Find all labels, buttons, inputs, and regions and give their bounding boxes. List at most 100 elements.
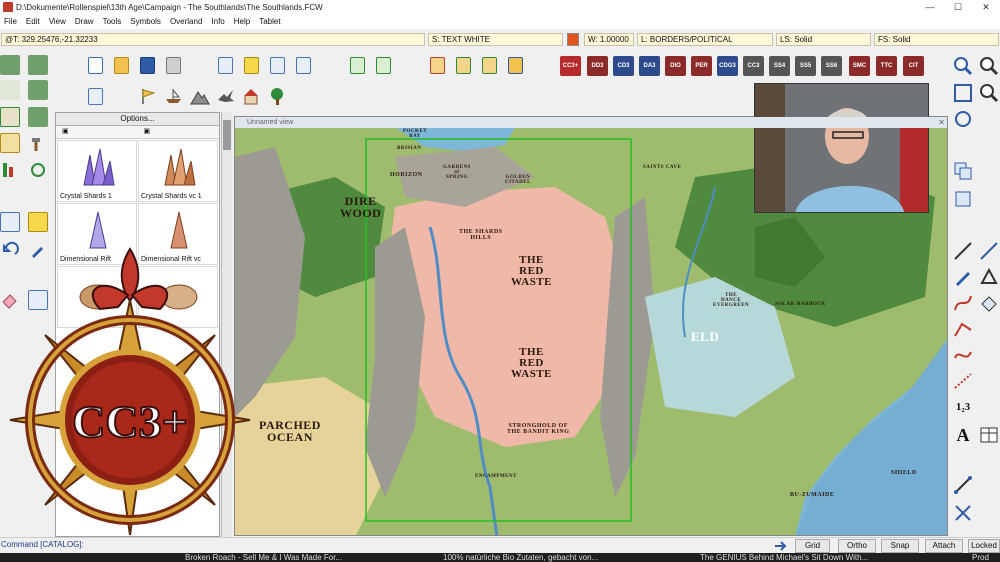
note-button[interactable] bbox=[241, 55, 262, 76]
menu-tools[interactable]: Tools bbox=[99, 17, 127, 26]
properties-button[interactable] bbox=[215, 55, 236, 76]
table-icon[interactable] bbox=[978, 424, 1000, 446]
menu-info[interactable]: Info bbox=[207, 17, 229, 26]
arrow-line-icon[interactable] bbox=[978, 240, 1000, 262]
polygon-icon[interactable] bbox=[978, 266, 1000, 288]
cc3-button[interactable]: CC3 bbox=[743, 56, 764, 76]
symbol-settings-button[interactable] bbox=[85, 86, 106, 107]
menu-draw[interactable]: Draw bbox=[71, 17, 99, 26]
maximize-button[interactable]: ☐ bbox=[944, 0, 972, 14]
zoom-window-tool[interactable] bbox=[0, 212, 20, 232]
cit-button[interactable]: CIT bbox=[903, 56, 924, 76]
zoom-extents-icon[interactable] bbox=[952, 82, 974, 104]
mountain-icon[interactable] bbox=[189, 86, 210, 107]
house-icon[interactable] bbox=[241, 86, 262, 107]
text-file-button[interactable] bbox=[267, 55, 288, 76]
save-button[interactable] bbox=[137, 55, 158, 76]
taskbar-item[interactable]: Broken Roach - Sell Me & I Was Made For.… bbox=[185, 553, 342, 562]
refresh-icon[interactable] bbox=[28, 160, 48, 180]
map-close-icon[interactable]: ✕ bbox=[938, 117, 945, 128]
catalog-next-button[interactable] bbox=[479, 55, 500, 76]
node-edit-icon[interactable] bbox=[952, 474, 974, 496]
catalog-book-button[interactable] bbox=[427, 55, 448, 76]
map-tool-4[interactable] bbox=[0, 107, 20, 127]
menu-edit[interactable]: Edit bbox=[22, 17, 45, 26]
cdg3-button[interactable]: CDG3 bbox=[717, 56, 738, 76]
ttc-button[interactable]: TTC bbox=[876, 56, 897, 76]
current-color-swatch[interactable] bbox=[567, 33, 579, 46]
trim-icon[interactable] bbox=[952, 502, 974, 524]
copy-icon[interactable] bbox=[952, 160, 974, 182]
layers-tool[interactable] bbox=[28, 212, 48, 232]
print-button[interactable] bbox=[163, 55, 184, 76]
curve-icon[interactable] bbox=[952, 292, 974, 314]
menu-help[interactable]: Help bbox=[230, 17, 255, 26]
group-icon[interactable] bbox=[952, 188, 974, 210]
grid-toggle[interactable]: Grid bbox=[795, 539, 830, 553]
fill-style-field[interactable]: FS: Solid bbox=[874, 33, 999, 46]
zoom-icon[interactable] bbox=[978, 55, 1000, 77]
ordinal-text-tool[interactable]: 1₂3 bbox=[952, 396, 974, 418]
menu-file[interactable]: File bbox=[0, 17, 22, 26]
line-style-field[interactable]: LS: Solid bbox=[776, 33, 871, 46]
coordinates-tool[interactable] bbox=[0, 80, 20, 100]
catalog-folder-icon-right[interactable]: ▣ bbox=[138, 126, 220, 138]
grid-tool[interactable] bbox=[0, 133, 20, 153]
ship-icon[interactable] bbox=[163, 86, 184, 107]
undo-arrow-button[interactable] bbox=[347, 55, 368, 76]
da3-button[interactable]: DA3 bbox=[639, 56, 660, 76]
bars-icon[interactable] bbox=[0, 160, 20, 180]
redo-arrow-button[interactable] bbox=[373, 55, 394, 76]
taskbar-item[interactable]: 100% natürliche Bio Zutaten, gebacht von… bbox=[443, 553, 598, 562]
attach-toggle[interactable]: Attach bbox=[925, 539, 963, 553]
locked-toggle[interactable]: Locked bbox=[968, 539, 1000, 553]
ortho-toggle[interactable]: Ortho bbox=[838, 539, 876, 553]
menu-view[interactable]: View bbox=[45, 17, 71, 26]
path-icon[interactable] bbox=[952, 318, 974, 340]
sheet-field[interactable]: S: TEXT WHITE bbox=[428, 33, 563, 46]
cc3plus-button[interactable]: CC3+ bbox=[560, 56, 581, 76]
tree-icon[interactable] bbox=[267, 86, 288, 107]
dragon-icon[interactable] bbox=[215, 86, 236, 107]
pen-icon[interactable] bbox=[952, 266, 974, 288]
snap-toggle[interactable]: Snap bbox=[881, 539, 919, 553]
smooth-path-icon[interactable] bbox=[952, 344, 974, 366]
menu-overland[interactable]: Overland bbox=[166, 17, 207, 26]
ss6-button[interactable]: SS6 bbox=[821, 56, 842, 76]
dotted-path-icon[interactable] bbox=[952, 370, 974, 392]
catalog-folder-button[interactable] bbox=[505, 55, 526, 76]
taskbar-item[interactable]: The GENIUS Behind Michael's Sit Down Wit… bbox=[700, 553, 868, 562]
catalog-item[interactable]: Crystal Shards vc 1 bbox=[138, 140, 218, 202]
catalog-prev-button[interactable] bbox=[453, 55, 474, 76]
map-tool-5[interactable] bbox=[28, 107, 48, 127]
fill-icon[interactable] bbox=[978, 292, 1000, 314]
catalog-scroll-thumb[interactable] bbox=[223, 120, 231, 150]
hammer-icon[interactable] bbox=[28, 133, 48, 153]
line-icon[interactable] bbox=[952, 240, 974, 262]
new-file-button[interactable] bbox=[85, 55, 106, 76]
command-arrow-icon[interactable] bbox=[772, 539, 790, 553]
minimize-button[interactable]: — bbox=[916, 0, 944, 14]
list-button[interactable] bbox=[293, 55, 314, 76]
smc-button[interactable]: SMC bbox=[849, 56, 870, 76]
map-tool-1[interactable] bbox=[0, 55, 20, 75]
open-file-button[interactable] bbox=[111, 55, 132, 76]
per-button[interactable]: PER bbox=[691, 56, 712, 76]
width-field[interactable]: W: 1.00000 bbox=[584, 33, 634, 46]
catalog-item[interactable]: Crystal Shards 1 bbox=[57, 140, 137, 202]
text-tool[interactable]: A bbox=[952, 424, 974, 446]
map-tool-3[interactable] bbox=[28, 80, 48, 100]
catalog-folder-icon-left[interactable]: ▣ bbox=[56, 126, 138, 138]
zoom-out-icon[interactable] bbox=[978, 82, 1000, 104]
close-button[interactable]: ✕ bbox=[972, 0, 1000, 14]
dd3-button[interactable]: DD3 bbox=[587, 56, 608, 76]
flag-icon[interactable] bbox=[137, 86, 158, 107]
dio-button[interactable]: DIO bbox=[665, 56, 686, 76]
catalog-options-button[interactable]: Options... bbox=[56, 113, 219, 126]
map-tool-2[interactable] bbox=[28, 55, 48, 75]
layer-field[interactable]: L: BORDERS/POLITICAL bbox=[637, 33, 773, 46]
redraw-icon[interactable] bbox=[952, 108, 974, 130]
taskbar-item[interactable]: Prod bbox=[972, 553, 989, 562]
menu-tablet[interactable]: Tablet bbox=[255, 17, 285, 26]
ss5-button[interactable]: SS5 bbox=[795, 56, 816, 76]
